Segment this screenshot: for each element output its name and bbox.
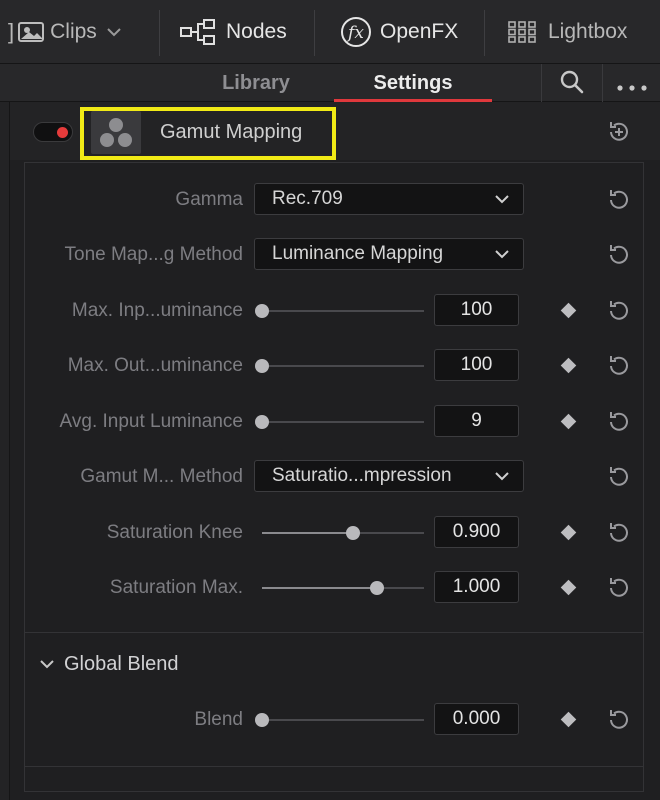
- saturation-max-slider[interactable]: [262, 581, 424, 595]
- param-gamma: Gamma Rec.709: [0, 180, 660, 220]
- max-output-value[interactable]: 100: [434, 349, 519, 381]
- keyframe-diamond-icon[interactable]: [560, 711, 577, 728]
- reset-icon[interactable]: [606, 520, 632, 551]
- saturation-knee-value[interactable]: 0.900: [434, 516, 519, 548]
- param-label: Saturation Max.: [109, 577, 243, 598]
- param-gamut-mapping-method: Gamut M... Method Saturatio...mpression: [0, 457, 660, 497]
- keyframe-diamond-icon[interactable]: [560, 413, 577, 430]
- param-max-output-luminance: Max. Out...uminance 100: [0, 346, 660, 386]
- section-label: Global Blend: [64, 652, 179, 675]
- reset-icon[interactable]: [606, 575, 632, 606]
- slider-fill: [262, 532, 353, 534]
- section-divider: [25, 632, 643, 633]
- clips-label: Clips: [50, 20, 97, 43]
- max-input-slider[interactable]: [255, 304, 424, 318]
- slider-knob[interactable]: [255, 304, 269, 318]
- global-blend-header[interactable]: Global Blend: [40, 646, 179, 682]
- slider-knob[interactable]: [255, 713, 269, 727]
- tab-settings[interactable]: Settings: [334, 64, 492, 102]
- slider-knob[interactable]: [345, 526, 360, 540]
- clips-icon: [18, 21, 45, 43]
- chevron-down-icon: [495, 184, 509, 224]
- nodes-button[interactable]: Nodes: [180, 0, 287, 64]
- param-saturation-knee: Saturation Knee 0.900: [0, 513, 660, 553]
- param-label: Gamut M... Method: [80, 466, 243, 487]
- avg-input-slider[interactable]: [255, 415, 424, 429]
- effect-enable-toggle[interactable]: [33, 122, 73, 142]
- more-icon[interactable]: [616, 79, 648, 97]
- param-blend: Blend 0.000: [0, 700, 660, 740]
- slider-knob[interactable]: [255, 359, 269, 373]
- top-toolbar: ] Clips Nodes fx OpenFX Lightbox: [0, 0, 660, 64]
- openfx-label: OpenFX: [380, 20, 459, 43]
- saturation-knee-slider[interactable]: [262, 526, 424, 540]
- nodes-label: Nodes: [226, 20, 287, 43]
- search-icon[interactable]: [559, 69, 585, 100]
- slider-knob[interactable]: [370, 581, 385, 595]
- clips-button[interactable]: ] Clips: [8, 0, 121, 64]
- chevron-down-icon: [495, 461, 509, 501]
- chevron-down-icon: [107, 27, 121, 37]
- tab-library[interactable]: Library: [178, 64, 334, 102]
- reset-icon[interactable]: [606, 707, 632, 738]
- param-label: Max. Out...uminance: [67, 355, 243, 376]
- tab-bar: Library Settings: [0, 64, 660, 102]
- bracket-icon: ]: [8, 19, 15, 44]
- max-input-value[interactable]: 100: [434, 294, 519, 326]
- saturation-max-value[interactable]: 1.000: [434, 571, 519, 603]
- lightbox-label: Lightbox: [548, 20, 628, 43]
- param-max-input-luminance: Max. Inp...uminance 100: [0, 291, 660, 331]
- reset-icon[interactable]: [606, 409, 632, 440]
- param-tone-mapping-method: Tone Map...g Method Luminance Mapping: [0, 235, 660, 275]
- fx-icon: fx: [340, 16, 372, 48]
- dropdown-value: Luminance Mapping: [272, 243, 444, 264]
- gamut-method-dropdown[interactable]: Saturatio...mpression: [254, 460, 524, 492]
- chevron-down-icon: [40, 659, 54, 668]
- openfx-button[interactable]: fx OpenFX: [340, 0, 458, 64]
- toolbar-separator: [159, 10, 160, 56]
- toolbar-separator: [314, 10, 315, 56]
- keyframe-diamond-icon[interactable]: [560, 357, 577, 374]
- gamma-dropdown[interactable]: Rec.709: [254, 183, 524, 215]
- reset-icon[interactable]: [606, 242, 632, 273]
- reset-icon[interactable]: [606, 464, 632, 495]
- tab-divider: [602, 64, 603, 102]
- blend-value[interactable]: 0.000: [434, 703, 519, 735]
- slider-knob[interactable]: [255, 415, 269, 429]
- param-label: Gamma: [175, 189, 243, 210]
- svg-text:fx: fx: [346, 23, 364, 43]
- reset-all-icon[interactable]: [606, 119, 632, 150]
- param-label: Saturation Knee: [106, 522, 243, 543]
- keyframe-diamond-icon[interactable]: [560, 302, 577, 319]
- param-saturation-max: Saturation Max. 1.000: [0, 568, 660, 608]
- reset-icon[interactable]: [606, 353, 632, 384]
- param-avg-input-luminance: Avg. Input Luminance 9: [0, 402, 660, 442]
- reset-icon[interactable]: [606, 298, 632, 329]
- highlight-box: [80, 107, 336, 160]
- param-label: Blend: [194, 709, 243, 730]
- dropdown-value: Rec.709: [272, 188, 343, 209]
- avg-input-value[interactable]: 9: [434, 405, 519, 437]
- nodes-icon: [180, 18, 216, 46]
- dropdown-value: Saturatio...mpression: [272, 465, 452, 486]
- reset-icon[interactable]: [606, 187, 632, 218]
- section-divider: [25, 766, 643, 767]
- chevron-down-icon: [495, 239, 509, 279]
- keyframe-diamond-icon[interactable]: [560, 579, 577, 596]
- param-label: Tone Map...g Method: [64, 244, 244, 265]
- toolbar-separator: [484, 10, 485, 56]
- param-label: Max. Inp...uminance: [71, 300, 243, 321]
- grid-icon: [508, 21, 536, 43]
- slider-fill: [262, 587, 378, 589]
- tab-divider: [541, 64, 542, 102]
- param-label: Avg. Input Luminance: [59, 411, 243, 432]
- toggle-indicator: [57, 127, 68, 138]
- blend-slider[interactable]: [255, 713, 424, 727]
- max-output-slider[interactable]: [255, 359, 424, 373]
- tone-mapping-dropdown[interactable]: Luminance Mapping: [254, 238, 524, 270]
- lightbox-button[interactable]: Lightbox: [508, 0, 627, 64]
- keyframe-diamond-icon[interactable]: [560, 524, 577, 541]
